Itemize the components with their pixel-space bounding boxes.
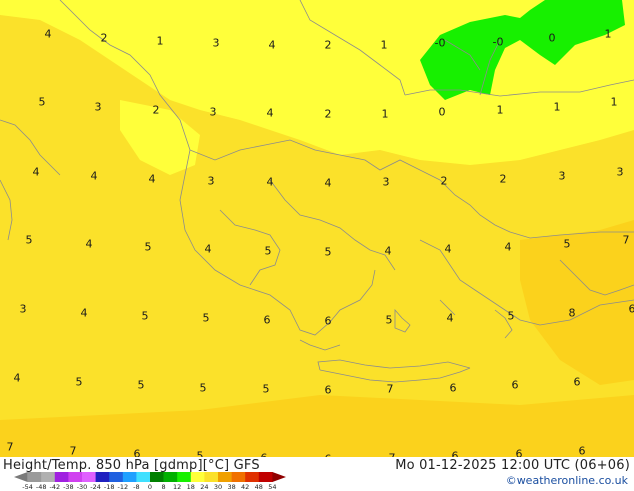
temperature-label: 4: [205, 244, 212, 255]
temperature-label: 4: [91, 171, 98, 182]
temperature-label: 6: [134, 449, 141, 458]
credit-link[interactable]: ©weatheronline.co.uk: [506, 474, 628, 487]
temperature-label: 5: [325, 247, 332, 258]
temperature-label: 6: [450, 383, 457, 394]
legend-swatch: [68, 472, 82, 482]
legend-swatch: [41, 472, 55, 482]
temperature-label: 5: [26, 235, 33, 246]
temperature-label: 3: [208, 176, 215, 187]
temperature-label: 6: [264, 315, 271, 326]
temperature-label: 6: [579, 446, 586, 457]
legend-swatch: [55, 472, 69, 482]
temperature-label: 7: [387, 384, 394, 395]
temperature-label: 3: [383, 177, 390, 188]
temperature-label: 2: [325, 40, 332, 51]
legend-swatch: [272, 472, 286, 482]
temperature-label: 5: [39, 97, 46, 108]
map-title: Height/Temp. 850 hPa [gdmp][°C] GFS: [3, 458, 260, 473]
legend-swatch: [28, 472, 42, 482]
legend-swatch: [82, 472, 96, 482]
map-canvas: [0, 0, 634, 457]
temperature-label: 5: [142, 311, 149, 322]
legend-swatch: [204, 472, 218, 482]
temperature-label: 5: [508, 311, 515, 322]
temperature-label: 4: [445, 244, 452, 255]
temperature-label: 6: [574, 377, 581, 388]
temperature-label: 3: [213, 38, 220, 49]
temperature-label: 5: [145, 242, 152, 253]
temperature-label: 5: [564, 239, 571, 250]
legend-swatch: [150, 472, 164, 482]
temperature-label: 5: [203, 313, 210, 324]
temperature-label: 3: [559, 171, 566, 182]
temperature-label: 4: [14, 373, 21, 384]
temperature-label: 3: [617, 167, 624, 178]
temperature-label: 5: [138, 380, 145, 391]
legend-swatch: [109, 472, 123, 482]
temperature-label: 4: [447, 313, 454, 324]
temperature-label: 4: [385, 246, 392, 257]
temperature-label: 1: [605, 29, 612, 40]
legend-swatch: [164, 472, 178, 482]
legend-swatch: [232, 472, 246, 482]
temperature-label: 0: [549, 33, 556, 44]
temperature-label: 4: [505, 242, 512, 253]
legend-swatch: [123, 472, 137, 482]
legend-swatch: [259, 472, 273, 482]
temperature-label: 8: [569, 308, 576, 319]
temperature-label: 4: [325, 178, 332, 189]
temperature-label: 3: [95, 102, 102, 113]
temperature-label: 5: [263, 384, 270, 395]
temperature-label: 4: [33, 167, 40, 178]
legend-swatch: [136, 472, 150, 482]
temperature-label: 4: [45, 29, 52, 40]
temperature-label: 4: [267, 177, 274, 188]
temperature-label: 5: [386, 315, 393, 326]
temperature-label: 2: [441, 176, 448, 187]
legend-swatch: [14, 472, 28, 482]
temperature-label: 1: [554, 102, 561, 113]
temperature-label: 4: [269, 40, 276, 51]
temperature-label: 2: [153, 105, 160, 116]
temperature-label: 1: [611, 97, 618, 108]
temperature-label: 2: [325, 109, 332, 120]
temperature-label: 5: [76, 377, 83, 388]
temperature-label: 4: [149, 174, 156, 185]
legend-swatch: [177, 472, 191, 482]
temperature-label: 6: [629, 304, 634, 315]
temperature-label: 4: [86, 239, 93, 250]
temperature-label: 7: [623, 235, 630, 246]
weather-map: 4 2 1 3 4 2 1 -0 -0 0 1 5 3 2 3 4 2 1 0 1 1 1 4 4 4 3 4 4 3 2 2 3 3 5 4 5 4 5…: [0, 0, 634, 457]
temperature-label: -0: [493, 37, 504, 48]
temperature-label: 5: [200, 383, 207, 394]
temperature-label: 1: [497, 105, 504, 116]
temperature-label: 1: [157, 36, 164, 47]
temperature-label: 4: [81, 308, 88, 319]
temperature-label: 3: [20, 304, 27, 315]
legend-swatch: [96, 472, 110, 482]
legend-swatch: [245, 472, 259, 482]
legend-swatch: [191, 472, 205, 482]
temperature-label: 5: [265, 246, 272, 257]
temperature-label: 1: [382, 109, 389, 120]
temperature-label: 7: [70, 446, 77, 457]
legend-swatch: [218, 472, 232, 482]
temperature-label: 6: [325, 385, 332, 396]
temperature-label: 7: [7, 442, 14, 453]
map-datetime: Mo 01-12-2025 12:00 UTC (06+06): [395, 458, 630, 473]
temperature-label: 6: [512, 380, 519, 391]
temperature-label: 2: [500, 174, 507, 185]
temperature-label: 0: [439, 107, 446, 118]
temperature-label: 6: [516, 449, 523, 458]
temperature-label: -0: [435, 38, 446, 49]
temperature-label: 1: [381, 40, 388, 51]
temperature-label: 3: [210, 107, 217, 118]
color-legend: [14, 472, 294, 482]
temperature-label: 4: [267, 108, 274, 119]
temperature-label: 2: [101, 33, 108, 44]
temperature-label: 6: [325, 316, 332, 327]
